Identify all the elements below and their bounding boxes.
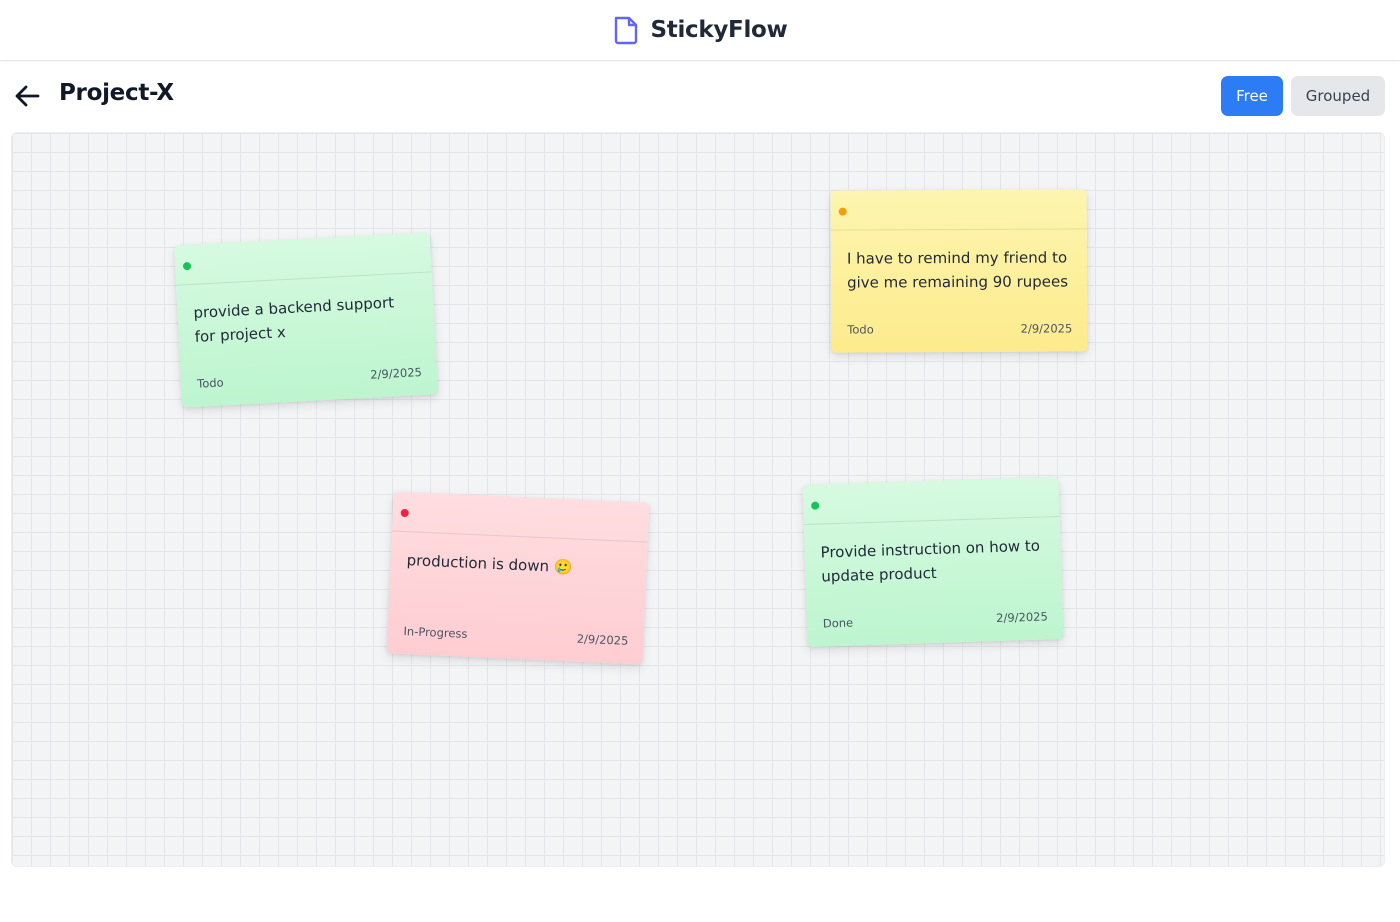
note-status: Done [822,615,854,631]
status-dot [811,501,820,510]
note-date: 2/9/2025 [995,609,1048,626]
view-mode-switch: Free Grouped [1221,76,1385,116]
app-header: StickyFlow [0,0,1400,61]
note-status: In-Progress [403,624,468,641]
app-name: StickyFlow [650,17,788,43]
note-date: 2/9/2025 [576,631,629,648]
project-toolbar: Project-X Free Grouped [0,61,1400,131]
status-dot [182,261,192,271]
document-icon [615,16,638,45]
note-header[interactable] [173,232,432,286]
note-status: Todo [847,322,874,337]
brand[interactable]: StickyFlow [612,15,788,45]
note-header[interactable] [830,189,1087,231]
note-date: 2/9/2025 [1020,321,1073,336]
status-dot [838,207,847,216]
back-button[interactable] [11,81,43,111]
note-text[interactable]: production is down 🥲 [406,548,633,582]
sticky-board[interactable]: provide a backend support for project x … [11,132,1385,867]
grouped-mode-button[interactable]: Grouped [1291,76,1385,116]
project-title: Project-X [59,80,174,106]
note-text[interactable]: I have to remind my friend to give me re… [847,245,1073,294]
note-header[interactable] [391,491,650,543]
arrow-left-icon [15,85,40,107]
note-text[interactable]: Provide instruction on how to update pro… [820,533,1047,588]
status-dot [400,508,409,518]
sticky-note[interactable]: I have to remind my friend to give me re… [830,189,1088,353]
note-date: 2/9/2025 [369,365,423,382]
sticky-note[interactable]: production is down 🥲 In-Progress 2/9/202… [386,491,650,665]
free-mode-button[interactable]: Free [1221,76,1283,116]
note-status: Todo [196,375,224,391]
sticky-note[interactable]: provide a backend support for project x … [173,232,439,408]
sticky-note[interactable]: Provide instruction on how to update pro… [802,477,1064,647]
note-header[interactable] [802,477,1060,526]
note-text[interactable]: provide a backend support for project x [193,289,421,349]
